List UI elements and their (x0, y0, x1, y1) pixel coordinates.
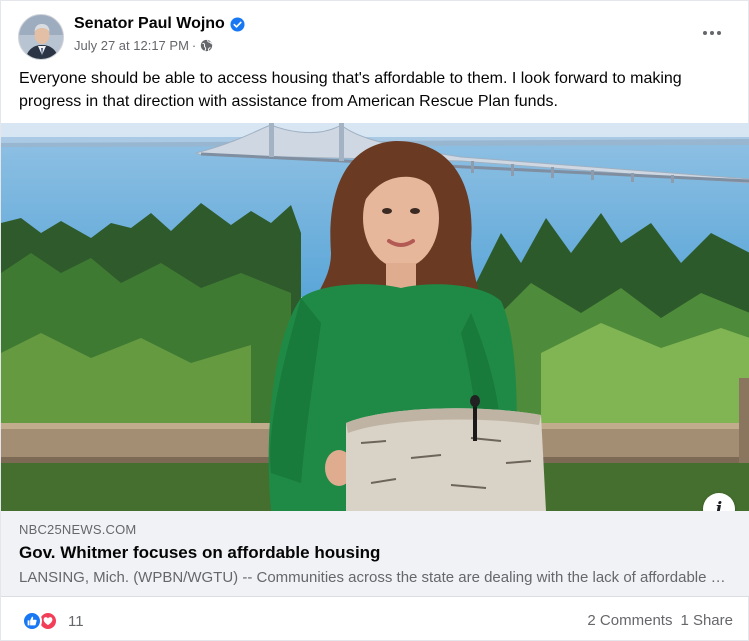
link-preview-image[interactable]: i (1, 123, 749, 511)
more-options-button[interactable] (694, 21, 730, 45)
meta-separator: · (191, 38, 197, 53)
counts-spacer (672, 612, 680, 629)
author-name-text[interactable]: Senator Paul Wojno (74, 15, 225, 33)
avatar-portrait (19, 15, 63, 59)
link-title[interactable]: Gov. Whitmer focuses on affordable housi… (19, 543, 380, 563)
facebook-post-card: Senator Paul Wojno July 27 at 12:17 PM ·… (0, 0, 749, 641)
reaction-count: 11 (68, 612, 84, 630)
verified-badge-icon (230, 16, 245, 32)
more-dot-icon (710, 31, 714, 35)
author-avatar[interactable] (18, 14, 64, 60)
author-name[interactable]: Senator Paul Wojno (74, 15, 245, 33)
reactions-summary[interactable]: 11 (22, 611, 84, 631)
more-dot-icon (717, 31, 721, 35)
like-icon (22, 611, 42, 631)
post-meta: July 27 at 12:17 PM · (74, 38, 213, 53)
more-dot-icon (703, 31, 707, 35)
news-photo (1, 123, 749, 511)
post-text: Everyone should be able to access housin… (19, 70, 682, 110)
post-footer: 11 2 Comments 1 Share (1, 597, 749, 641)
comments-count-link[interactable]: 2 Comments (587, 612, 672, 629)
link-preview[interactable]: NBC25NEWS.COM Gov. Whitmer focuses on af… (1, 511, 749, 597)
engagement-counts: 2 Comments 1 Share (587, 612, 733, 629)
link-domain: NBC25NEWS.COM (19, 522, 137, 537)
globe-icon[interactable] (200, 39, 213, 52)
link-description: LANSING, Mich. (WPBN/WGTU) -- Communitie… (19, 569, 731, 586)
info-icon: i (715, 499, 723, 511)
post-timestamp[interactable]: July 27 at 12:17 PM (74, 38, 189, 53)
shares-count-link[interactable]: 1 Share (680, 612, 733, 629)
post-header: Senator Paul Wojno July 27 at 12:17 PM · (1, 1, 749, 65)
